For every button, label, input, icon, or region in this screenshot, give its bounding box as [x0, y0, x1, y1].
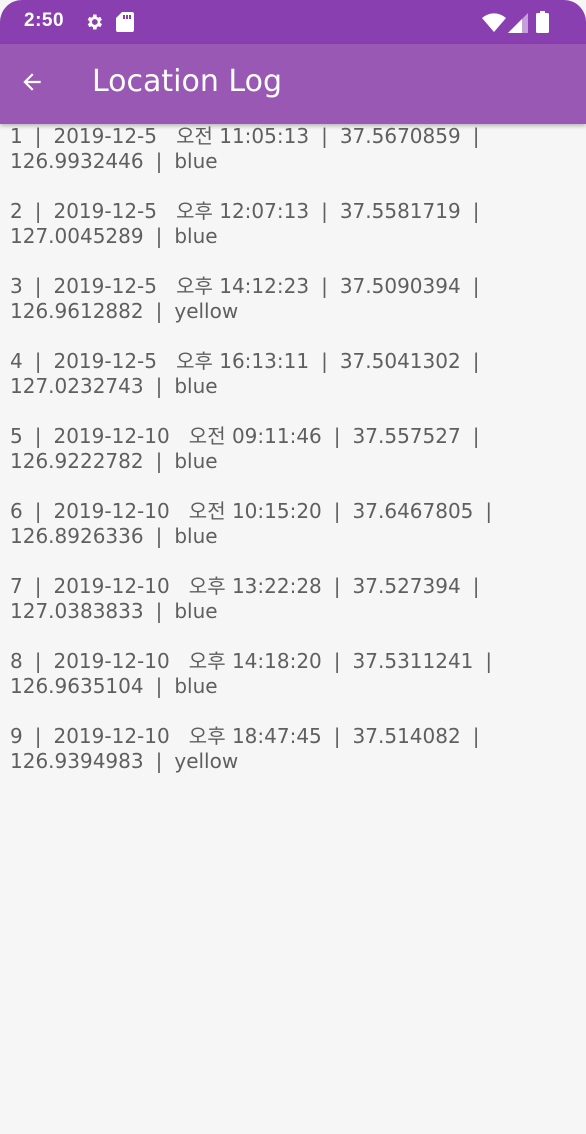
entry-longitude: 126.9612882 [10, 299, 144, 323]
entry-time: 오후 14:12:23 [176, 274, 310, 298]
list-item[interactable]: 1 | 2019-12-5 오전 11:05:13 | 37.5670859 | 126.… [0, 124, 586, 199]
entry-color: blue [174, 599, 218, 623]
entry-longitude: 127.0232743 [10, 374, 144, 398]
log-line-1: 2 | 2019-12-5 오후 12:07:13 | 37.5581719 | [10, 199, 480, 223]
entry-time: 오후 14:18:20 [188, 649, 322, 673]
list-item[interactable]: 7 | 2019-12-10 오후 13:22:28 | 37.527394 | 127.… [0, 574, 586, 649]
entry-longitude: 126.9394983 [10, 749, 144, 773]
entry-id: 8 [10, 649, 23, 673]
list-item[interactable]: 8 | 2019-12-10 오후 14:18:20 | 37.5311241 | 126… [0, 649, 586, 724]
sd-card-icon [116, 12, 134, 36]
entry-time: 오후 16:13:11 [176, 349, 310, 373]
log-line-2: 126.9932446 | blue [10, 149, 218, 173]
log-line-1: 7 | 2019-12-10 오후 13:22:28 | 37.527394 | [10, 574, 480, 598]
battery-icon [536, 11, 549, 37]
entry-latitude: 37.5311241 [352, 649, 474, 673]
log-line-2: 126.8926336 | blue [10, 524, 218, 548]
entry-time: 오후 12:07:13 [176, 199, 310, 223]
wifi-icon [482, 13, 506, 37]
entry-color: yellow [174, 299, 239, 323]
entry-date: 2019-12-10 [53, 499, 170, 523]
page-title: Location Log [92, 64, 283, 99]
list-item[interactable]: 6 | 2019-12-10 오전 10:15:20 | 37.6467805 | 126… [0, 499, 586, 574]
entry-color: yellow [174, 749, 239, 773]
entry-id: 3 [10, 274, 23, 298]
app-bar: Location Log [0, 44, 586, 124]
entry-time: 오전 10:15:20 [188, 499, 322, 523]
entry-id: 9 [10, 724, 23, 748]
log-line-2: 126.9612882 | yellow [10, 299, 239, 323]
arrow-left-icon [19, 69, 45, 99]
entry-color: blue [174, 374, 218, 398]
log-line-1: 3 | 2019-12-5 오후 14:12:23 | 37.5090394 | [10, 274, 480, 298]
entry-color: blue [174, 524, 218, 548]
entry-color: blue [174, 149, 218, 173]
entry-longitude: 126.9635104 [10, 674, 144, 698]
list-item[interactable]: 2 | 2019-12-5 오후 12:07:13 | 37.5581719 | 127.… [0, 199, 586, 274]
entry-date: 2019-12-10 [53, 574, 170, 598]
entry-longitude: 126.9932446 [10, 149, 144, 173]
entry-date: 2019-12-5 [53, 199, 157, 223]
signal-icon [508, 13, 528, 37]
status-time: 2:50 [24, 10, 65, 31]
log-line-2: 126.9222782 | blue [10, 449, 218, 473]
entry-latitude: 37.514082 [352, 724, 461, 748]
entry-latitude: 37.5670859 [339, 124, 461, 148]
entry-time: 오전 11:05:13 [176, 124, 310, 148]
entry-date: 2019-12-5 [53, 274, 157, 298]
entry-latitude: 37.5090394 [339, 274, 461, 298]
list-item[interactable]: 9 | 2019-12-10 오후 18:47:45 | 37.514082 | 126.… [0, 724, 586, 799]
log-line-2: 127.0383833 | blue [10, 599, 218, 623]
entry-latitude: 37.6467805 [352, 499, 474, 523]
entry-id: 5 [10, 424, 23, 448]
entry-id: 2 [10, 199, 23, 223]
entry-color: blue [174, 449, 218, 473]
log-line-1: 8 | 2019-12-10 오후 14:18:20 | 37.5311241 | [10, 649, 493, 673]
list-item[interactable]: 5 | 2019-12-10 오전 09:11:46 | 37.557527 | 126.… [0, 424, 586, 499]
location-log-list: 1 | 2019-12-5 오전 11:05:13 | 37.5670859 | 126.… [0, 124, 586, 799]
log-line-2: 126.9635104 | blue [10, 674, 218, 698]
log-line-1: 9 | 2019-12-10 오후 18:47:45 | 37.514082 | [10, 724, 480, 748]
back-button[interactable] [10, 62, 54, 106]
entry-latitude: 37.5041302 [339, 349, 461, 373]
entry-color: blue [174, 674, 218, 698]
log-line-1: 5 | 2019-12-10 오전 09:11:46 | 37.557527 | [10, 424, 480, 448]
gear-icon [84, 12, 104, 36]
entry-date: 2019-12-10 [53, 724, 170, 748]
entry-longitude: 126.9222782 [10, 449, 144, 473]
entry-date: 2019-12-5 [53, 349, 157, 373]
log-line-2: 127.0232743 | blue [10, 374, 218, 398]
entry-color: blue [174, 224, 218, 248]
log-line-2: 127.0045289 | blue [10, 224, 218, 248]
entry-date: 2019-12-5 [53, 124, 157, 148]
entry-time: 오전 09:11:46 [188, 424, 322, 448]
list-item[interactable]: 4 | 2019-12-5 오후 16:13:11 | 37.5041302 | 127.… [0, 349, 586, 424]
log-line-1: 6 | 2019-12-10 오전 10:15:20 | 37.6467805 | [10, 499, 493, 523]
entry-date: 2019-12-10 [53, 424, 170, 448]
log-line-1: 1 | 2019-12-5 오전 11:05:13 | 37.5670859 | [10, 124, 480, 148]
entry-time: 오후 18:47:45 [188, 724, 322, 748]
entry-latitude: 37.527394 [352, 574, 461, 598]
entry-id: 4 [10, 349, 23, 373]
entry-longitude: 126.8926336 [10, 524, 144, 548]
entry-date: 2019-12-10 [53, 649, 170, 673]
log-line-2: 126.9394983 | yellow [10, 749, 239, 773]
status-bar: 2:50 [0, 0, 586, 44]
entry-id: 6 [10, 499, 23, 523]
entry-longitude: 127.0045289 [10, 224, 144, 248]
entry-latitude: 37.557527 [352, 424, 461, 448]
entry-time: 오후 13:22:28 [188, 574, 322, 598]
entry-id: 7 [10, 574, 23, 598]
log-line-1: 4 | 2019-12-5 오후 16:13:11 | 37.5041302 | [10, 349, 480, 373]
list-item[interactable]: 3 | 2019-12-5 오후 14:12:23 | 37.5090394 | 126.… [0, 274, 586, 349]
entry-latitude: 37.5581719 [339, 199, 461, 223]
entry-id: 1 [10, 124, 23, 148]
entry-longitude: 127.0383833 [10, 599, 144, 623]
